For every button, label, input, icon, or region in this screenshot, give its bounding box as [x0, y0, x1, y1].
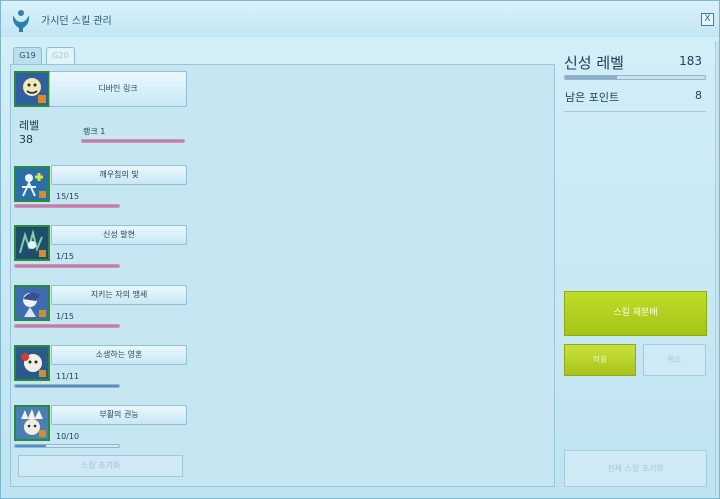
divine-emblem-icon	[9, 7, 33, 33]
divine-manifestation-button[interactable]: 신성 발현	[51, 225, 187, 245]
divine-level-value: 183	[679, 54, 702, 68]
guardian-oath-icon[interactable]	[14, 285, 50, 321]
tab-g19[interactable]: G19	[13, 47, 42, 65]
reset-all-skills-button[interactable]: 전체 스킬 초기화	[564, 450, 707, 487]
level-value: 38	[19, 133, 33, 146]
skill-progress-bar	[14, 204, 120, 208]
divine-link-button[interactable]: 디바인 링크	[49, 71, 187, 107]
window-edge	[715, 41, 719, 496]
skill-level-text: 11/11	[56, 372, 80, 381]
apply-button[interactable]: 적용	[564, 344, 636, 376]
reviving-soul-icon[interactable]	[14, 345, 50, 381]
cancel-button[interactable]: 취소	[643, 344, 706, 376]
skill-level-text: 10/10	[56, 432, 80, 441]
reviving-soul-button[interactable]: 소생하는 영혼	[51, 345, 187, 365]
skill-progress-bar	[14, 264, 120, 268]
redistribute-skill-button[interactable]: 스킬 재분배	[564, 291, 707, 336]
remaining-points-value: 8	[695, 89, 702, 102]
remaining-points-label: 남은 포인트	[565, 91, 620, 104]
sidebar-divider	[564, 111, 706, 112]
resurrection-power-button[interactable]: 부활의 권능	[51, 405, 187, 425]
window-title: 가시던 스킬 관리	[41, 16, 112, 27]
guardian-oath-button[interactable]: 지키는 자의 맹세	[51, 285, 187, 305]
rank-progress-bar	[81, 139, 185, 143]
close-button[interactable]: X	[701, 13, 714, 26]
divine-manifestation-icon[interactable]	[14, 225, 50, 261]
resurrection-power-icon[interactable]	[14, 405, 50, 441]
tab-g20[interactable]: G20	[46, 47, 75, 65]
skill-progress-bar	[14, 444, 120, 448]
title-bar[interactable]: 가시던 스킬 관리 X	[1, 1, 719, 37]
skill-management-window: 가시던 스킬 관리 X G19 G20 디바인 링크 레벨 38 랭크 1 깨우…	[0, 0, 720, 499]
skill-level-text: 1/15	[56, 252, 74, 261]
skill-reset-button[interactable]: 스킬 초기화	[18, 455, 183, 477]
skill-progress-bar	[14, 324, 120, 328]
divine-link-icon[interactable]	[14, 71, 50, 107]
divine-level-progress-bar	[564, 75, 706, 80]
divine-level-title: 신성 레벨	[564, 54, 624, 72]
level-display: 레벨 38	[19, 119, 39, 147]
enlightenment-light-icon[interactable]	[14, 166, 50, 202]
skill-level-text: 15/15	[56, 192, 80, 201]
skill-level-text: 1/15	[56, 312, 74, 321]
rank-label: 랭크 1	[83, 127, 106, 136]
enlightenment-light-button[interactable]: 깨우침의 빛	[51, 165, 187, 185]
level-label: 레벨	[19, 119, 40, 132]
skill-progress-bar	[14, 384, 120, 388]
